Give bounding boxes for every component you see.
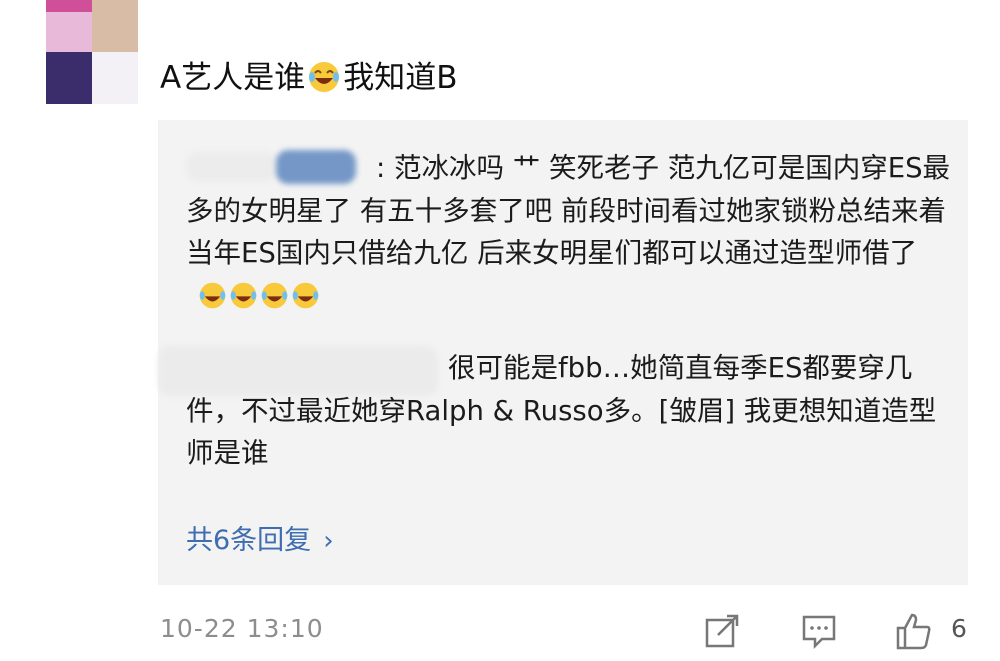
emoji-group bbox=[196, 280, 320, 312]
laughing-crying-emoji-icon bbox=[199, 282, 226, 308]
chevron-right-icon: › bbox=[323, 526, 334, 556]
share-icon[interactable] bbox=[703, 612, 741, 650]
like-count: 6 bbox=[951, 614, 967, 643]
laughing-crying-emoji-icon bbox=[261, 282, 288, 308]
avatar[interactable] bbox=[46, 0, 138, 104]
laughing-crying-emoji-icon bbox=[309, 62, 340, 92]
laughing-crying-emoji-icon bbox=[292, 282, 319, 308]
laughing-crying-emoji-icon bbox=[230, 282, 257, 308]
thumbs-up-icon[interactable] bbox=[893, 612, 933, 652]
comment-text-prefix: A艺人是谁 bbox=[160, 60, 306, 96]
comment-icon[interactable] bbox=[800, 612, 838, 650]
reply-box: : 范冰冰吗 艹 笑死老子 范九亿可是国内穿ES最多的女明星了 有五十多套了吧 … bbox=[158, 120, 968, 585]
more-replies-label: 共6条回复 bbox=[186, 525, 312, 556]
comment-text: A艺人是谁 我知道B bbox=[160, 58, 458, 98]
reply-text: : 范冰冰吗 艹 笑死老子 范九亿可是国内穿ES最多的女明星了 有五十多套了吧 … bbox=[186, 152, 951, 269]
reply-item: : 范冰冰吗 艹 笑死老子 范九亿可是国内穿ES最多的女明星了 有五十多套了吧 … bbox=[186, 147, 956, 317]
comment-text-suffix: 我知道B bbox=[343, 60, 458, 96]
reply-text: 很可能是fbb…她简直每季ES都要穿几件，不过最近她穿Ralph & Russo… bbox=[186, 352, 937, 469]
comment-timestamp: 10-22 13:10 bbox=[160, 614, 324, 643]
more-replies-link[interactable]: 共6条回复 › bbox=[186, 518, 334, 557]
reply-item: 很可能是fbb…她简直每季ES都要穿几件，不过最近她穿Ralph & Russo… bbox=[186, 347, 956, 475]
